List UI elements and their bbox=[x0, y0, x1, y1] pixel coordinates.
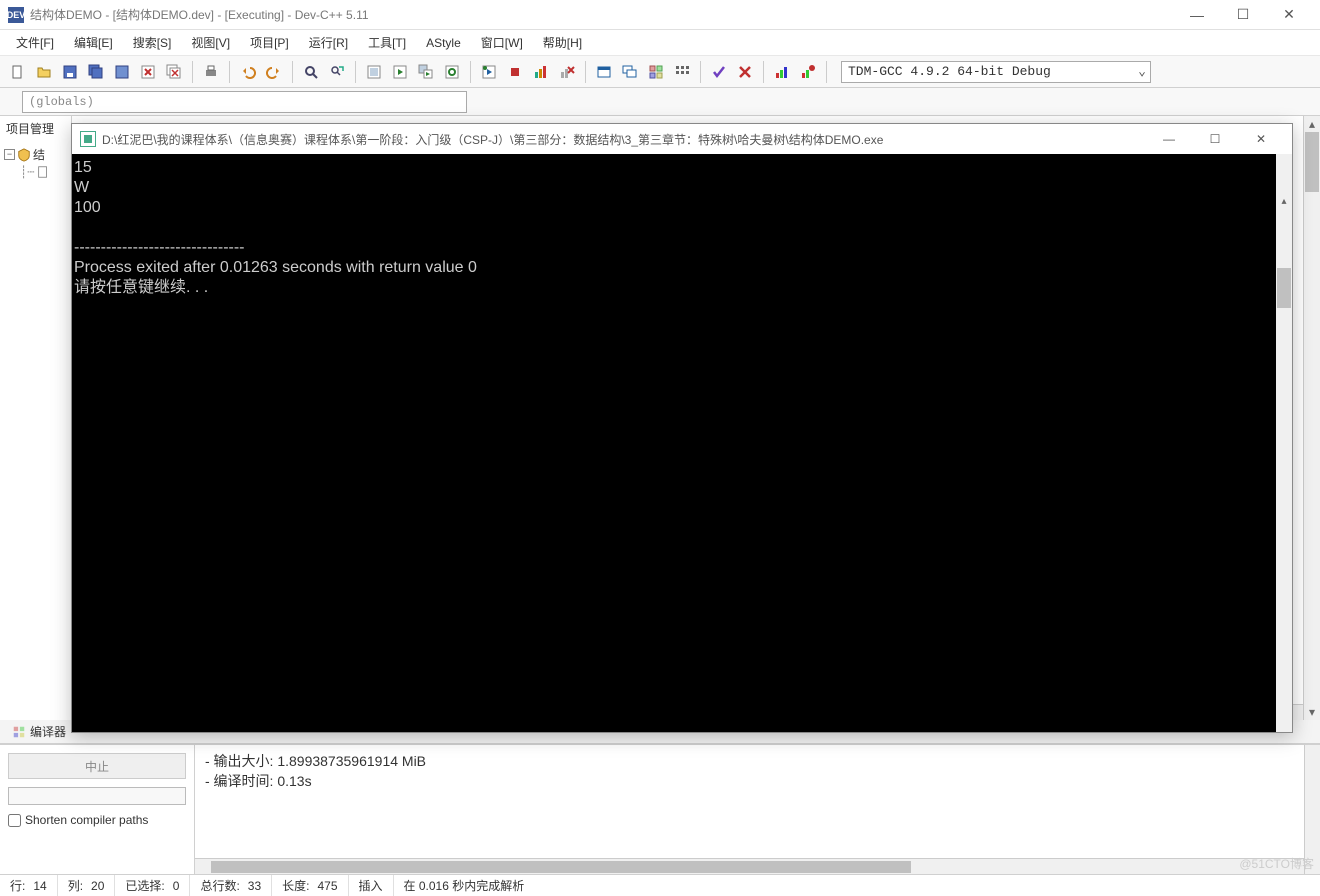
close-file-icon[interactable] bbox=[136, 60, 160, 84]
new-window-icon[interactable] bbox=[592, 60, 616, 84]
menu-help[interactable]: 帮助[H] bbox=[533, 30, 592, 55]
bottom-output-panel: - 输出大小: 1.89938735961914 MiB - 编译时间: 0.1… bbox=[195, 745, 1304, 874]
console-scrollbar-v[interactable]: ▴ bbox=[1276, 154, 1292, 732]
compile-run-icon[interactable] bbox=[414, 60, 438, 84]
scrollbar-thumb[interactable] bbox=[1305, 132, 1319, 192]
chart-icon[interactable] bbox=[770, 60, 794, 84]
checkbox-input[interactable] bbox=[8, 814, 21, 827]
titlebar: DEV 结构体DEMO - [结构体DEMO.dev] - [Executing… bbox=[0, 0, 1320, 30]
output-scrollbar-v[interactable] bbox=[1304, 745, 1320, 874]
find-icon[interactable] bbox=[299, 60, 323, 84]
bottom-panel: 编译器 中止 Shorten compiler paths - 输出大小: 1.… bbox=[0, 720, 1320, 874]
scope-selector[interactable]: (globals) bbox=[22, 91, 467, 113]
tab-compiler-label: 编译器 bbox=[30, 723, 66, 740]
menu-window[interactable]: 窗口[W] bbox=[471, 30, 533, 55]
nav-toolbar: (globals) bbox=[0, 88, 1320, 116]
console-output[interactable]: 15 W 100 -------------------------------… bbox=[72, 154, 1292, 732]
status-col: 列:20 bbox=[58, 875, 116, 896]
close-button[interactable]: ✕ bbox=[1266, 0, 1312, 30]
project-tree[interactable]: − 结 ┊┄ bbox=[0, 141, 71, 184]
menu-file[interactable]: 文件[F] bbox=[6, 30, 64, 55]
maximize-button[interactable]: ☐ bbox=[1220, 0, 1266, 30]
window-list-icon[interactable] bbox=[618, 60, 642, 84]
delete-profile-icon[interactable] bbox=[555, 60, 579, 84]
menu-edit[interactable]: 编辑[E] bbox=[64, 30, 123, 55]
tree-root-label: 结 bbox=[33, 146, 45, 163]
scroll-down-icon[interactable]: ▾ bbox=[1304, 704, 1320, 720]
undo-icon[interactable] bbox=[236, 60, 260, 84]
scrollbar-thumb[interactable] bbox=[211, 861, 911, 873]
clear-icon[interactable] bbox=[733, 60, 757, 84]
compiler-selector[interactable]: TDM-GCC 4.9.2 64-bit Debug bbox=[841, 61, 1151, 83]
console-minimize-button[interactable]: — bbox=[1146, 124, 1192, 154]
close-all-icon[interactable] bbox=[162, 60, 186, 84]
scroll-up-icon[interactable]: ▴ bbox=[1304, 116, 1320, 132]
minimize-button[interactable]: — bbox=[1174, 0, 1220, 30]
menu-astyle[interactable]: AStyle bbox=[416, 32, 471, 54]
menu-run[interactable]: 运行[R] bbox=[299, 30, 358, 55]
status-mode: 插入 bbox=[349, 875, 394, 896]
console-titlebar[interactable]: D:\红泥巴\我的课程体系\（信息奥赛）课程体系\第一阶段：入门级（CSP-J）… bbox=[72, 124, 1292, 154]
tree-root[interactable]: − 结 bbox=[2, 145, 69, 164]
menubar: 文件[F] 编辑[E] 搜索[S] 视图[V] 项目[P] 运行[R] 工具[T… bbox=[0, 30, 1320, 56]
sidebar-title: 项目管理 bbox=[0, 116, 71, 141]
main-toolbar: TDM-GCC 4.9.2 64-bit Debug bbox=[0, 56, 1320, 88]
run-icon[interactable] bbox=[388, 60, 412, 84]
apps-icon[interactable] bbox=[670, 60, 694, 84]
tab-compiler[interactable]: 编译器 bbox=[4, 720, 74, 743]
compile-icon[interactable] bbox=[362, 60, 386, 84]
statusbar: 行:14 列:20 已选择:0 总行数:33 长度:475 插入 在 0.016… bbox=[0, 874, 1320, 896]
open-icon[interactable] bbox=[32, 60, 56, 84]
debug-icon[interactable] bbox=[477, 60, 501, 84]
shorten-paths-checkbox[interactable]: Shorten compiler paths bbox=[8, 813, 186, 827]
menu-tools[interactable]: 工具[T] bbox=[358, 30, 416, 55]
bottom-left-panel: 中止 Shorten compiler paths bbox=[0, 745, 195, 874]
save-as-icon[interactable] bbox=[110, 60, 134, 84]
window-title: 结构体DEMO - [结构体DEMO.dev] - [Executing] - … bbox=[30, 6, 1174, 23]
stop-button[interactable]: 中止 bbox=[8, 753, 186, 779]
console-close-button[interactable]: ✕ bbox=[1238, 124, 1284, 154]
console-window: D:\红泥巴\我的课程体系\（信息奥赛）课程体系\第一阶段：入门级（CSP-J）… bbox=[71, 123, 1293, 733]
status-total-lines: 总行数:33 bbox=[190, 875, 272, 896]
compiler-output[interactable]: - 输出大小: 1.89938735961914 MiB - 编译时间: 0.1… bbox=[195, 745, 1304, 858]
grid-icon[interactable] bbox=[644, 60, 668, 84]
app-icon: DEV bbox=[8, 7, 24, 23]
project-icon bbox=[17, 148, 31, 162]
save-icon[interactable] bbox=[58, 60, 82, 84]
rebuild-icon[interactable] bbox=[440, 60, 464, 84]
profile-icon[interactable] bbox=[529, 60, 553, 84]
console-title: D:\红泥巴\我的课程体系\（信息奥赛）课程体系\第一阶段：入门级（CSP-J）… bbox=[102, 131, 1146, 148]
scroll-up-icon[interactable]: ▴ bbox=[1276, 194, 1292, 210]
status-parse: 在 0.016 秒内完成解析 bbox=[394, 875, 535, 896]
menu-view[interactable]: 视图[V] bbox=[181, 30, 240, 55]
sidebar: 项目管理 − 结 ┊┄ bbox=[0, 116, 72, 720]
status-selection: 已选择:0 bbox=[115, 875, 190, 896]
shorten-paths-label: Shorten compiler paths bbox=[25, 813, 148, 827]
save-all-icon[interactable] bbox=[84, 60, 108, 84]
progress-bar bbox=[8, 787, 186, 805]
scrollbar-thumb[interactable] bbox=[1277, 268, 1291, 308]
tree-child[interactable]: ┊┄ bbox=[2, 164, 69, 180]
output-scrollbar-h[interactable] bbox=[195, 858, 1304, 874]
console-maximize-button[interactable]: ☐ bbox=[1192, 124, 1238, 154]
status-line: 行:14 bbox=[0, 875, 58, 896]
print-icon[interactable] bbox=[199, 60, 223, 84]
file-icon bbox=[36, 165, 50, 179]
menu-project[interactable]: 项目[P] bbox=[240, 30, 299, 55]
editor-scrollbar-v[interactable]: ▴ ▾ bbox=[1303, 116, 1320, 720]
stop-debug-icon[interactable] bbox=[503, 60, 527, 84]
collapse-icon[interactable]: − bbox=[4, 149, 15, 160]
redo-icon[interactable] bbox=[262, 60, 286, 84]
menu-search[interactable]: 搜索[S] bbox=[123, 30, 182, 55]
status-length: 长度:475 bbox=[272, 875, 348, 896]
replace-icon[interactable] bbox=[325, 60, 349, 84]
check-icon[interactable] bbox=[707, 60, 731, 84]
new-file-icon[interactable] bbox=[6, 60, 30, 84]
console-icon bbox=[80, 131, 96, 147]
chart-delete-icon[interactable] bbox=[796, 60, 820, 84]
